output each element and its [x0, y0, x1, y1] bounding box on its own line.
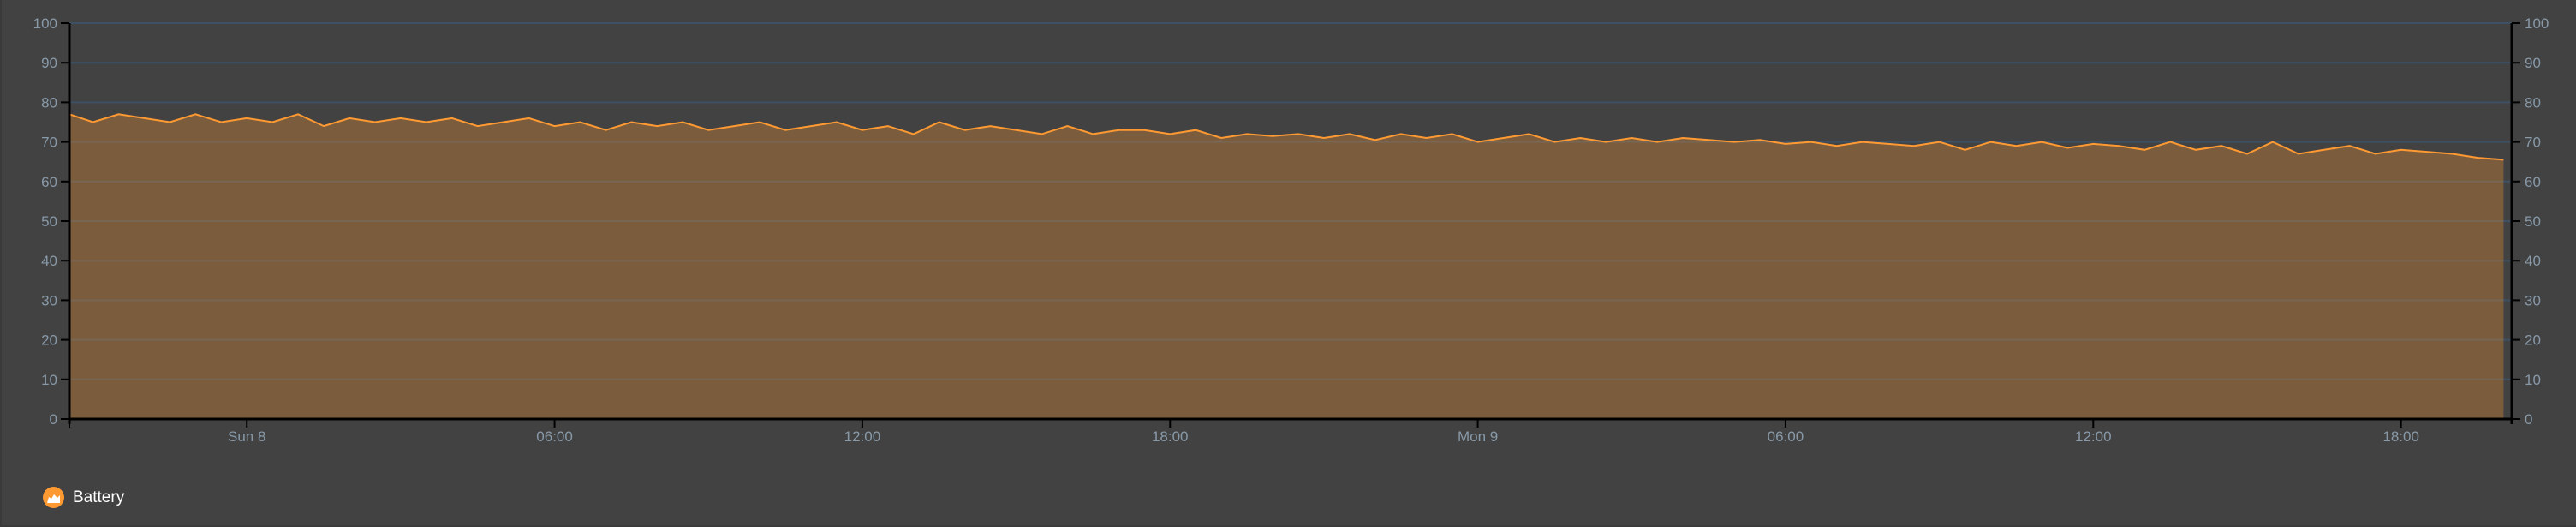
x-tick-label: 06:00: [536, 428, 573, 445]
left-y-tick-label: 50: [41, 213, 57, 230]
x-tick-label: Sun 8: [228, 428, 265, 445]
left-y-tick-label: 70: [41, 135, 57, 151]
right-y-tick-label: 10: [2525, 372, 2541, 388]
left-y-tick-label: 10: [41, 372, 57, 388]
battery-area: [69, 114, 2504, 420]
x-tick-label: 18:00: [2382, 428, 2419, 445]
legend-label: Battery: [73, 488, 125, 506]
x-tick-label: Mon 9: [1458, 428, 1498, 445]
right-y-tick-label: 20: [2525, 332, 2541, 349]
right-y-tick-label: 70: [2525, 135, 2541, 151]
legend-item-battery[interactable]: Battery: [43, 487, 124, 508]
right-y-tick-label: 90: [2525, 55, 2541, 71]
left-y-tick-label: 30: [41, 292, 57, 308]
right-y-tick-label: 60: [2525, 174, 2541, 190]
right-y-tick-label: 30: [2525, 292, 2541, 308]
right-y-tick-label: 40: [2525, 253, 2541, 269]
left-y-tick-label: 0: [50, 411, 57, 428]
area-chart-icon: [43, 487, 64, 508]
right-y-tick-label: 100: [2525, 15, 2549, 32]
battery-chart: 0 0 10 10 20 20 30 30 40 40 50 50 60 60 70 70 80 80 90 90 10…: [33, 15, 2549, 445]
x-tick-label: 18:00: [1152, 428, 1189, 445]
left-y-tick-label: 90: [41, 55, 57, 71]
left-y-tick-label: 20: [41, 332, 57, 349]
x-tick-label: 06:00: [1768, 428, 1804, 445]
right-y-tick-label: 80: [2525, 94, 2541, 111]
right-y-tick-label: 0: [2525, 411, 2532, 428]
left-y-tick-label: 60: [41, 174, 57, 190]
x-tick-label: 12:00: [844, 428, 881, 445]
x-tick-label: 12:00: [2075, 428, 2112, 445]
left-y-tick-label: 80: [41, 94, 57, 111]
left-y-tick-label: 100: [33, 15, 57, 32]
right-y-tick-label: 50: [2525, 213, 2541, 230]
left-y-tick-label: 40: [41, 253, 57, 269]
